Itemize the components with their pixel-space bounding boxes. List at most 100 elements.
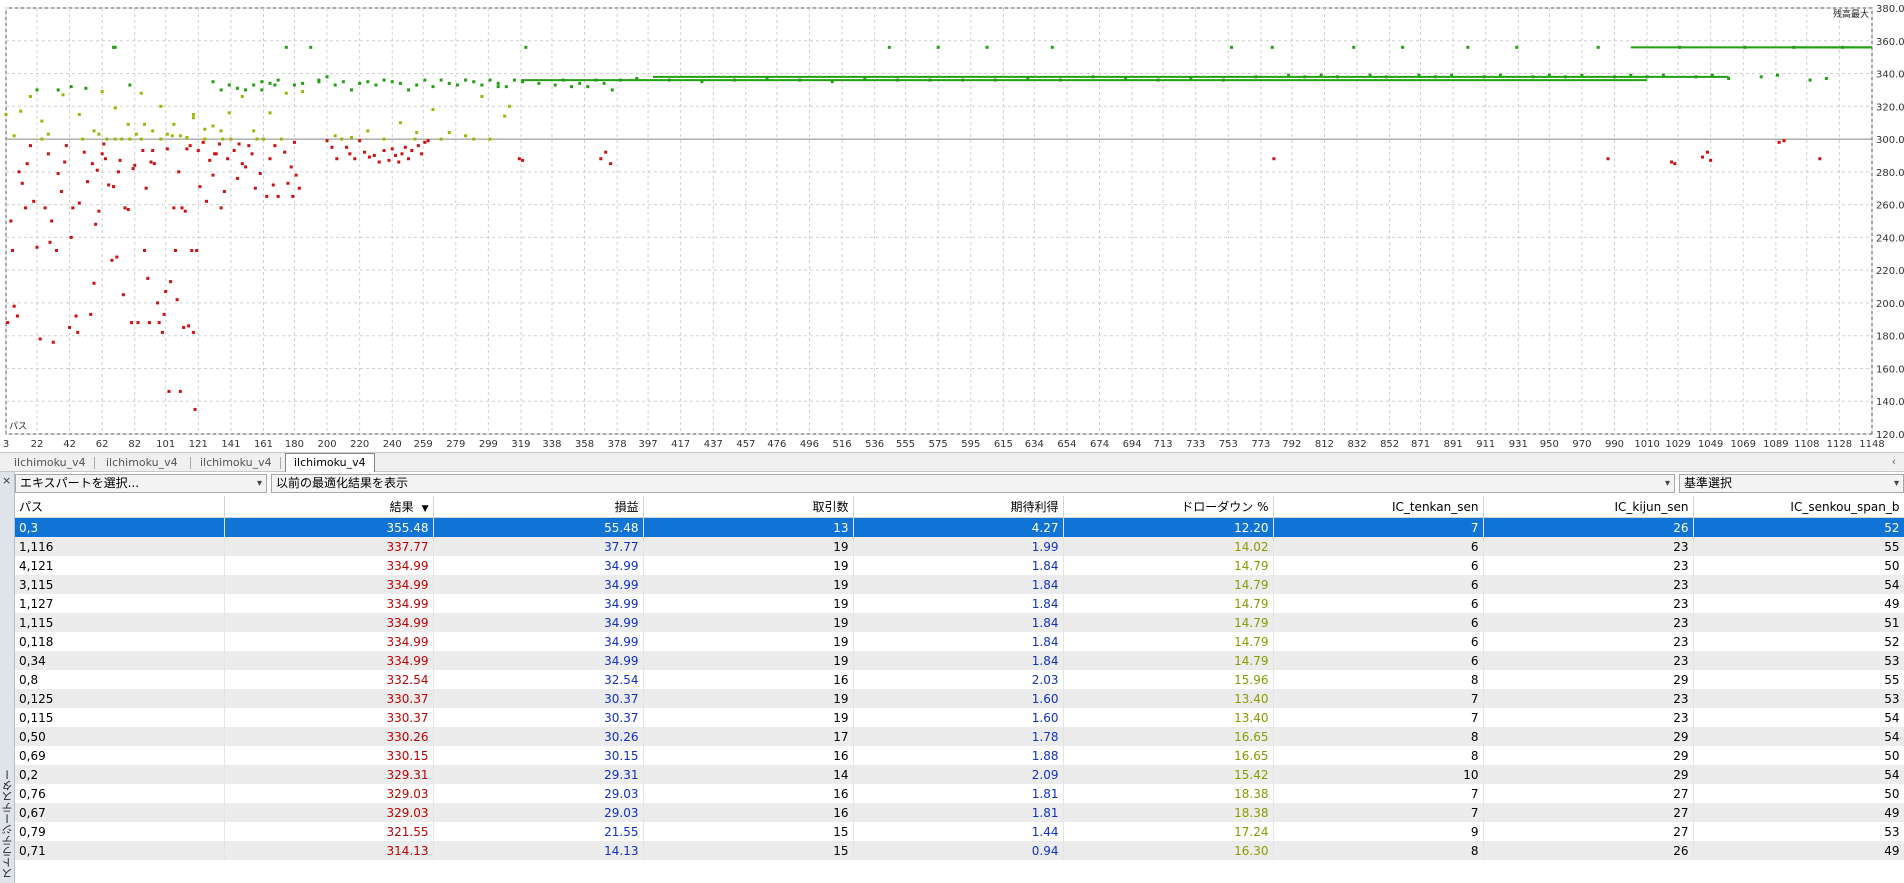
column-header-senkou-b[interactable]: IC_senkou_span_b bbox=[1693, 496, 1904, 518]
column-header-trades[interactable]: 取引数 bbox=[643, 496, 854, 518]
tab-chart-2[interactable]: ilchimoku_v4 bbox=[98, 454, 182, 471]
cell-senkou-b: 52 bbox=[1693, 517, 1904, 537]
cell-tenkan: 10 bbox=[1273, 765, 1484, 784]
column-header-kijun[interactable]: IC_kijun_sen bbox=[1483, 496, 1694, 518]
cell-tenkan: 6 bbox=[1273, 651, 1484, 670]
table-row[interactable]: 0,8 332.54 32.54 16 2.03 15.96 8 29 55 bbox=[15, 670, 1904, 689]
data-point bbox=[175, 298, 179, 302]
data-point bbox=[1580, 73, 1584, 77]
table-row[interactable]: 0,71 314.13 14.13 15 0.94 16.30 8 26 49 bbox=[15, 841, 1904, 860]
strategy-tester-sidebar: × ストラテジーテスター bbox=[0, 472, 15, 883]
table-row[interactable]: 1,116 337.77 37.77 19 1.99 14.02 6 23 55 bbox=[15, 537, 1904, 556]
x-tick-label: 1010 bbox=[1634, 439, 1659, 450]
data-point bbox=[400, 152, 404, 156]
table-body: 0,3 355.48 55.48 13 4.27 12.20 7 26 52 1,116 337.7… bbox=[15, 517, 1904, 860]
x-tick-label: 595 bbox=[961, 439, 980, 450]
data-point bbox=[464, 134, 468, 138]
data-point bbox=[1777, 140, 1781, 144]
table-row[interactable]: 4,121 334.99 34.99 19 1.84 14.79 6 23 50 bbox=[15, 556, 1904, 575]
data-point bbox=[146, 276, 150, 280]
data-point bbox=[11, 248, 15, 252]
data-point bbox=[586, 85, 590, 89]
criterion-select[interactable]: 基準選択 ▾ bbox=[1679, 474, 1904, 493]
table-row-selected[interactable]: 0,3 355.48 55.48 13 4.27 12.20 7 26 52 bbox=[15, 517, 1904, 537]
table-row[interactable]: 1,127 334.99 34.99 19 1.84 14.79 6 23 49 bbox=[15, 594, 1904, 613]
data-point bbox=[358, 81, 362, 85]
tab-scroll-left-icon[interactable]: ‹ bbox=[1892, 455, 1896, 468]
data-point bbox=[599, 157, 603, 161]
table-row[interactable]: 0,79 321.55 21.55 15 1.44 17.24 9 27 53 bbox=[15, 822, 1904, 841]
cell-tenkan: 6 bbox=[1273, 613, 1484, 632]
data-point bbox=[398, 121, 402, 125]
cell-tenkan: 6 bbox=[1273, 594, 1484, 613]
data-point bbox=[28, 144, 32, 148]
y-tick-label: 360.00 bbox=[1876, 37, 1904, 48]
x-tick-label: 753 bbox=[1219, 439, 1238, 450]
column-header-drawdown[interactable]: ドローダウン % bbox=[1063, 496, 1274, 518]
column-header-result[interactable]: 結果 ▼ bbox=[224, 496, 434, 518]
cell-pass: 0,34 bbox=[15, 651, 225, 670]
data-point bbox=[426, 139, 430, 143]
column-header-profit[interactable]: 損益 bbox=[433, 496, 644, 518]
column-header-expected-payoff[interactable]: 期待利得 bbox=[853, 496, 1064, 518]
data-point bbox=[77, 113, 81, 116]
data-point bbox=[152, 162, 156, 166]
data-point bbox=[240, 94, 244, 98]
x-tick-label: 338 bbox=[542, 439, 561, 450]
cell-expected-payoff: 1.84 bbox=[853, 613, 1064, 632]
table-row[interactable]: 0,118 334.99 34.99 19 1.84 14.79 6 23 52 bbox=[15, 632, 1904, 651]
data-point bbox=[276, 78, 280, 82]
table-row[interactable]: 0,2 329.31 29.31 14 2.09 15.42 10 29 54 bbox=[15, 765, 1904, 784]
data-point bbox=[46, 152, 50, 156]
data-point bbox=[113, 45, 117, 49]
optimization-chart: 120.00140.00160.00180.00200.00220.00240.… bbox=[0, 0, 1904, 452]
results-select[interactable]: 以前の最適化結果を表示 ▾ bbox=[271, 474, 1675, 493]
data-point bbox=[333, 134, 337, 138]
data-point bbox=[553, 83, 557, 87]
data-point bbox=[190, 248, 194, 252]
table-row[interactable]: 3,115 334.99 34.99 19 1.84 14.79 6 23 54 bbox=[15, 575, 1904, 594]
x-tick-label: 240 bbox=[383, 439, 402, 450]
x-tick-label: 82 bbox=[128, 439, 141, 450]
x-tick-label: 42 bbox=[63, 439, 76, 450]
cell-expected-payoff: 1.44 bbox=[853, 822, 1064, 841]
data-point bbox=[97, 132, 101, 136]
cell-result: 334.99 bbox=[224, 594, 434, 613]
table-row[interactable]: 0,125 330.37 30.37 19 1.60 13.40 7 23 53 bbox=[15, 689, 1904, 708]
cell-trades: 19 bbox=[643, 632, 854, 651]
tab-chart-4-active[interactable]: ilchimoku_v4 bbox=[285, 453, 375, 472]
x-tick-label: 516 bbox=[832, 439, 851, 450]
tab-chart-1[interactable]: ilchimoku_v4 bbox=[6, 454, 90, 471]
data-point bbox=[570, 85, 574, 89]
cell-profit: 34.99 bbox=[433, 556, 644, 575]
data-point bbox=[1705, 150, 1709, 154]
data-point bbox=[291, 194, 295, 198]
table-row[interactable]: 0,50 330.26 30.26 17 1.78 16.65 8 29 54 bbox=[15, 727, 1904, 746]
table-row[interactable]: 0,115 330.37 30.37 19 1.60 13.40 7 23 54 bbox=[15, 708, 1904, 727]
table-row[interactable]: 0,34 334.99 34.99 19 1.84 14.79 6 23 53 bbox=[15, 651, 1904, 670]
data-point bbox=[19, 109, 23, 113]
x-tick-label: 852 bbox=[1380, 439, 1399, 450]
data-point bbox=[71, 206, 75, 210]
expert-select[interactable]: エキスパートを選択... ▾ bbox=[15, 474, 267, 493]
cell-trades: 19 bbox=[643, 613, 854, 632]
data-point bbox=[208, 158, 212, 162]
column-header-pass[interactable]: パス bbox=[15, 496, 225, 518]
table-row[interactable]: 0,76 329.03 29.03 16 1.81 18.38 7 27 50 bbox=[15, 784, 1904, 803]
table-row[interactable]: 0,67 329.03 29.03 16 1.81 18.38 7 27 49 bbox=[15, 803, 1904, 822]
tab-chart-3[interactable]: ilchimoku_v4 bbox=[192, 454, 276, 471]
data-point bbox=[219, 129, 223, 133]
data-point bbox=[1482, 75, 1486, 79]
data-point bbox=[413, 137, 417, 141]
x-tick-label: 1108 bbox=[1794, 439, 1819, 450]
data-point bbox=[1661, 73, 1665, 77]
data-point bbox=[235, 86, 239, 90]
cell-senkou-b: 51 bbox=[1693, 613, 1904, 632]
cell-expected-payoff: 1.88 bbox=[853, 746, 1064, 765]
data-point bbox=[415, 83, 419, 87]
close-icon[interactable]: × bbox=[2, 474, 11, 487]
table-row[interactable]: 0,69 330.15 30.15 16 1.88 16.65 8 29 50 bbox=[15, 746, 1904, 765]
cell-result: 330.15 bbox=[224, 746, 434, 765]
table-row[interactable]: 1,115 334.99 34.99 19 1.84 14.79 6 23 51 bbox=[15, 613, 1904, 632]
column-header-tenkan[interactable]: IC_tenkan_sen bbox=[1273, 496, 1484, 518]
